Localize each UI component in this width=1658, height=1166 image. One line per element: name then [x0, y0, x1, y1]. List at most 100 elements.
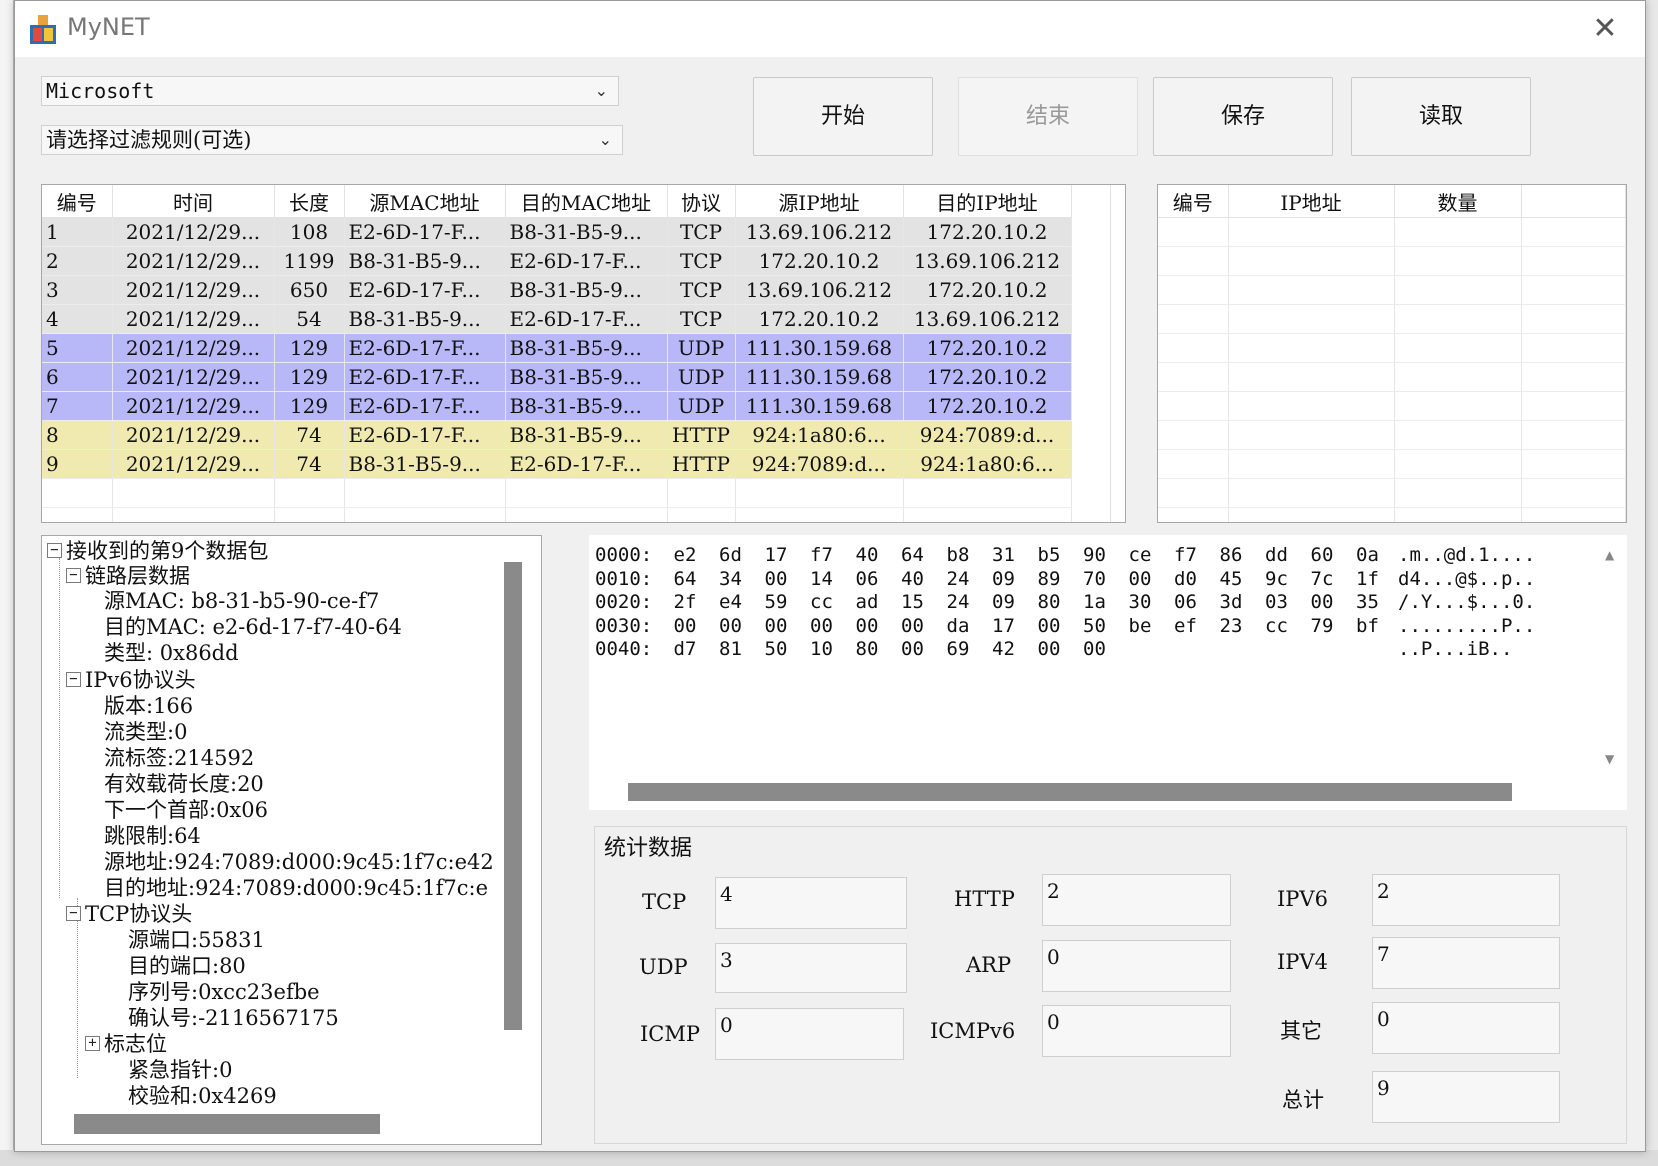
- packet-cell-src-mac: B8-31-B5-9...: [344, 304, 506, 334]
- packet-row[interactable]: 3 2021/12/29... 650 E2-6D-17-F... B8-31-B5-9…: [42, 275, 1072, 305]
- tree-node-ipv6-hop[interactable]: 跳限制:64: [104, 823, 201, 849]
- packet-row[interactable]: 2 2021/12/29... 1199 B8-31-B5-9... E2-6D-17-…: [42, 246, 1072, 276]
- packet-detail-tree[interactable]: − 接收到的第9个数据包 − 链路层数据 源MAC: b8-31-b5-90-c…: [41, 535, 542, 1145]
- packet-cell-time: 2021/12/29...: [112, 420, 275, 450]
- tree-node-ipv6-payload[interactable]: 有效载荷长度:20: [104, 771, 264, 797]
- tree-vertical-scrollbar[interactable]: [504, 562, 522, 1030]
- tree-node-ipv6-class[interactable]: 流类型:0: [104, 719, 187, 745]
- stat-tcp-value[interactable]: 4: [715, 877, 907, 929]
- ip-cell-empty: [1158, 275, 1229, 305]
- tree-horizontal-scrollbar[interactable]: [74, 1114, 380, 1134]
- hex-offset: 0020:: [595, 591, 653, 613]
- stat-udp-value[interactable]: 3: [715, 943, 907, 993]
- tree-node-tcp-ack[interactable]: 确认号:-2116567175: [128, 1005, 339, 1031]
- tree-node-ether-type[interactable]: 类型: 0x86dd: [104, 640, 239, 666]
- packet-header-index[interactable]: 编号: [42, 185, 113, 218]
- stat-other-value[interactable]: 0: [1372, 1002, 1560, 1054]
- stat-icmpv6-value[interactable]: 0: [1042, 1005, 1231, 1057]
- stat-arp-value[interactable]: 0: [1042, 940, 1231, 992]
- packet-header-dst-mac[interactable]: 目的MAC地址: [505, 185, 668, 218]
- ip-header-address[interactable]: IP地址: [1228, 185, 1395, 218]
- packet-cell-dst-ip: 13.69.106.212: [903, 246, 1072, 276]
- collapse-icon[interactable]: −: [66, 568, 81, 583]
- chevron-down-icon: ⌄: [598, 130, 612, 149]
- collapse-icon[interactable]: −: [66, 672, 81, 687]
- collapse-icon[interactable]: −: [47, 543, 62, 558]
- packet-header-length[interactable]: 长度: [274, 185, 345, 218]
- hex-byte: 40: [901, 567, 924, 590]
- packet-header-src-ip[interactable]: 源IP地址: [735, 185, 904, 218]
- ip-cell-empty: [1394, 333, 1522, 363]
- tree-node-ipv6-dst[interactable]: 目的地址:924:7089:d000:9c45:1f7c:e: [104, 875, 488, 901]
- packet-cell-length: 1199: [274, 246, 345, 276]
- tree-node-tcp-seq[interactable]: 序列号:0xcc23efbe: [128, 979, 320, 1005]
- start-button[interactable]: 开始: [753, 77, 933, 156]
- ip-cell-empty: [1158, 246, 1229, 276]
- ip-header-count[interactable]: 数量: [1394, 185, 1522, 218]
- expand-icon[interactable]: +: [85, 1036, 100, 1051]
- stop-button[interactable]: 结束: [958, 77, 1138, 156]
- tree-node-tcp-dport[interactable]: 目的端口:80: [128, 953, 246, 979]
- packet-row[interactable]: 4 2021/12/29... 54 B8-31-B5-9... E2-6D-17-F.…: [42, 304, 1072, 334]
- tree-node-tcp-header[interactable]: TCP协议头: [85, 901, 192, 927]
- packet-cell-src-ip: 924:7089:d...: [735, 449, 904, 479]
- adapter-select[interactable]: Microsoft ⌄: [41, 76, 619, 106]
- tree-node-tcp-sport[interactable]: 源端口:55831: [128, 927, 265, 953]
- packet-header-time[interactable]: 时间: [112, 185, 275, 218]
- collapse-icon[interactable]: −: [66, 906, 81, 921]
- packet-header-protocol[interactable]: 协议: [667, 185, 736, 218]
- tree-node-root[interactable]: 接收到的第9个数据包: [66, 538, 268, 564]
- stat-icmp-label: ICMP: [640, 1022, 700, 1046]
- filter-select[interactable]: 请选择过滤规则(可选) ⌄: [41, 125, 623, 155]
- tree-node-ipv6-src[interactable]: 源地址:924:7089:d000:9c45:1f7c:e42: [104, 849, 494, 875]
- scroll-up-icon[interactable]: ▲: [1605, 548, 1614, 562]
- close-button[interactable]: ✕: [1583, 9, 1627, 49]
- tree-node-ipv6-flow[interactable]: 流标签:214592: [104, 745, 254, 771]
- packet-cell-length: 129: [274, 362, 345, 392]
- ip-header-index[interactable]: 编号: [1158, 185, 1229, 218]
- packet-cell-src-mac: E2-6D-17-F...: [344, 362, 506, 392]
- packet-header-dst-ip[interactable]: 目的IP地址: [903, 185, 1072, 218]
- packet-list[interactable]: 编号 时间 长度 源MAC地址 目的MAC地址 协议 源IP地址 目的IP地址 1 2021/1…: [41, 184, 1126, 523]
- packet-row[interactable]: 7 2021/12/29... 129 E2-6D-17-F... B8-31-B5-9…: [42, 391, 1072, 421]
- stat-ipv6-value[interactable]: 2: [1372, 874, 1560, 926]
- tree-node-ipv6-version[interactable]: 版本:166: [104, 693, 193, 719]
- stat-tcp-label: TCP: [642, 890, 687, 914]
- tree-node-tcp-checksum[interactable]: 校验和:0x4269: [128, 1083, 277, 1109]
- packet-cell-time: 2021/12/29...: [112, 362, 275, 392]
- hex-byte: ef: [1174, 614, 1197, 637]
- ip-count-list[interactable]: 编号 IP地址 数量: [1157, 184, 1627, 523]
- ip-cell-empty: [1521, 478, 1626, 508]
- packet-cell-dst-ip: 172.20.10.2: [903, 217, 1072, 247]
- stat-total-value[interactable]: 9: [1372, 1071, 1560, 1123]
- scroll-down-icon[interactable]: ▼: [1605, 752, 1614, 766]
- packet-row[interactable]: 9 2021/12/29... 74 B8-31-B5-9... E2-6D-17-F.…: [42, 449, 1072, 479]
- ip-row-empty: [1158, 217, 1626, 247]
- tree-node-tcp-flags[interactable]: 标志位: [104, 1031, 167, 1057]
- tree-node-src-mac[interactable]: 源MAC: b8-31-b5-90-ce-f7: [104, 588, 379, 614]
- hex-byte: b8: [946, 544, 970, 566]
- hex-horizontal-scrollbar[interactable]: [628, 783, 1512, 801]
- stat-http-value[interactable]: 2: [1042, 874, 1231, 926]
- packet-row[interactable]: 5 2021/12/29... 129 E2-6D-17-F... B8-31-B5-9…: [42, 333, 1072, 363]
- packet-header-src-mac[interactable]: 源MAC地址: [344, 185, 506, 218]
- save-button[interactable]: 保存: [1153, 77, 1333, 156]
- tree-node-dst-mac[interactable]: 目的MAC: e2-6d-17-f7-40-64: [104, 614, 402, 640]
- packet-row[interactable]: 6 2021/12/29... 129 E2-6D-17-F... B8-31-B5-9…: [42, 362, 1072, 392]
- ip-cell-empty: [1394, 391, 1522, 421]
- hex-byte: 17: [992, 614, 1015, 637]
- tree-node-ipv6-next[interactable]: 下一个首部:0x06: [104, 797, 268, 823]
- ip-row-empty: [1158, 478, 1626, 508]
- tree-line: [59, 558, 60, 898]
- hex-byte: 09: [992, 567, 1015, 590]
- packet-cell-src-mac: E2-6D-17-F...: [344, 275, 506, 305]
- packet-row[interactable]: 1 2021/12/29... 108 E2-6D-17-F... B8-31-B5-9…: [42, 217, 1072, 247]
- packet-row[interactable]: 8 2021/12/29... 74 E2-6D-17-F... B8-31-B5-9.…: [42, 420, 1072, 450]
- stat-icmp-value[interactable]: 0: [715, 1008, 904, 1060]
- tree-node-link-layer[interactable]: 链路层数据: [85, 563, 190, 589]
- read-button[interactable]: 读取: [1351, 77, 1531, 156]
- tree-node-tcp-urgent[interactable]: 紧急指针:0: [128, 1057, 232, 1083]
- hex-dump-panel[interactable]: 0000: e2 6d 17 f7 40 64 b8 31 b5 90 ce f7 86 dd 60 0a .m.…: [589, 535, 1627, 810]
- stat-ipv4-value[interactable]: 7: [1372, 937, 1560, 989]
- tree-node-ipv6-header[interactable]: IPv6协议头: [85, 667, 196, 693]
